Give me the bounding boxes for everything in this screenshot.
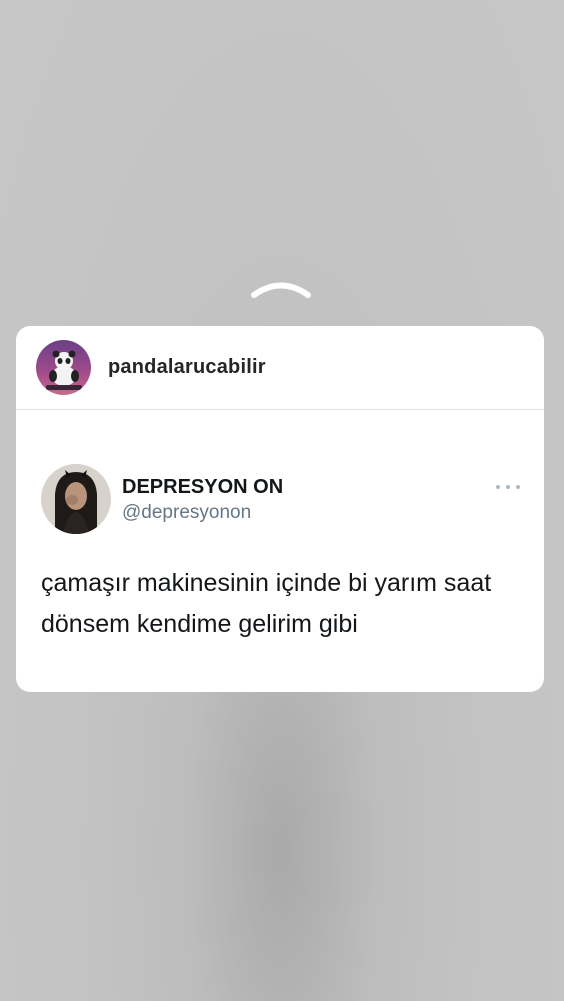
tweet: DEPRESYON ON @depresyonon çamaşır makine… [16, 410, 544, 692]
shared-post-card[interactable]: pandalarucabilir DEPRESYON ON @depresyon… [16, 326, 544, 692]
chevron-up-icon[interactable] [248, 274, 314, 302]
more-dot [516, 485, 520, 489]
panda-avatar[interactable] [36, 340, 91, 395]
header-username[interactable]: pandalarucabilir [108, 356, 266, 379]
tweet-text: çamaşır makinesinin içinde bi yarım saat… [41, 569, 492, 638]
user-handle[interactable]: @depresyonon [122, 502, 251, 524]
profile-avatar[interactable] [41, 464, 111, 534]
more-icon[interactable] [496, 480, 520, 494]
post-header: pandalarucabilir [16, 326, 544, 410]
more-dot [506, 485, 510, 489]
more-dot [496, 485, 500, 489]
display-name[interactable]: DEPRESYON ON [122, 476, 283, 499]
